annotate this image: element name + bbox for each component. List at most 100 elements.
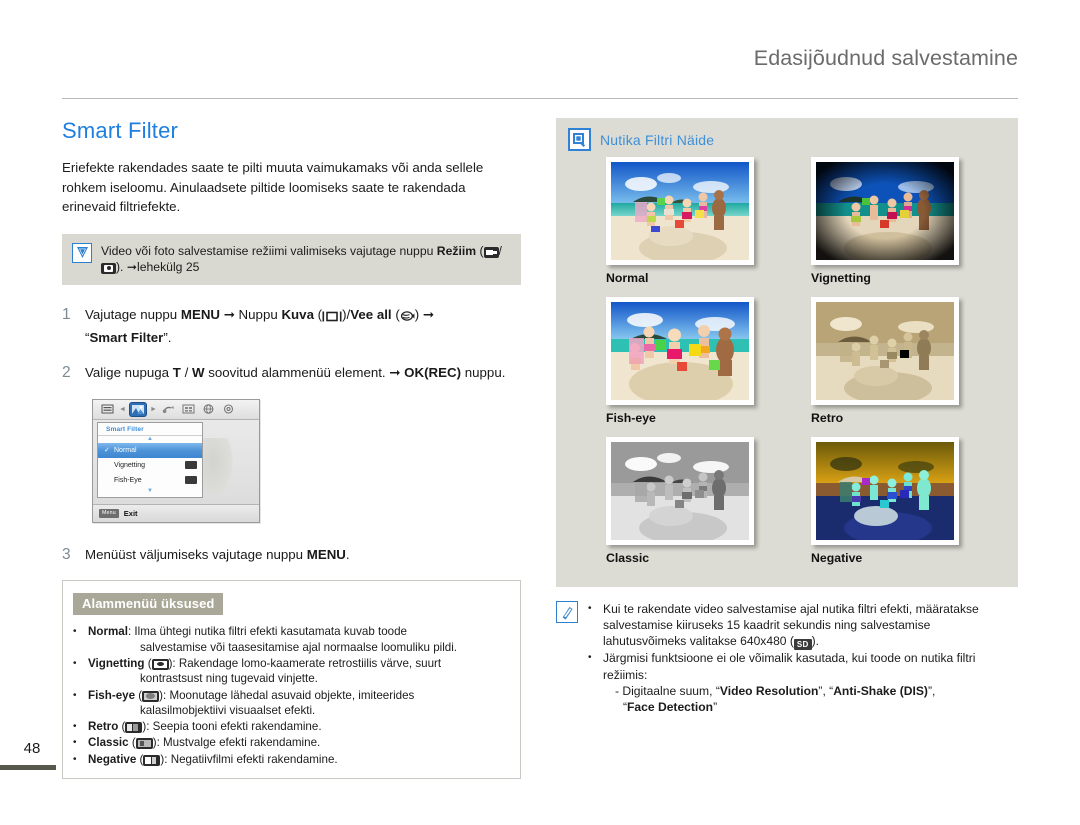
s2-okrec-button: OK(REC) xyxy=(404,365,462,381)
lcd-screenshot: ◄ ► Smart Filter ▲ ✓ Normal Vignetting F… xyxy=(92,398,260,523)
photo-mode-icon xyxy=(101,262,116,274)
s3-p2: . xyxy=(345,546,350,562)
bottom-note-text: • Kui te rakendate video salvestamise aj… xyxy=(588,601,1003,715)
submenu-item-desc: ): Mustvalge efekti rakendamine. xyxy=(152,736,321,750)
mode-note-text: Video või foto salvestamise režiimi vali… xyxy=(101,243,511,276)
paren-open: ( xyxy=(144,656,152,670)
audio-icon[interactable] xyxy=(161,403,177,416)
document-page: Edasijõudnud salvestamine Smart Filter E… xyxy=(0,0,1080,825)
example-cell-normal: Normal xyxy=(568,157,787,293)
bottom-note-bullet-2: • Järgmisi funktsioone ei ole võimalik k… xyxy=(588,650,1003,715)
submenu-item-cont: kalasilmobjektiivi visuaalset efekti. xyxy=(140,703,316,717)
s2-p1: Valige nupuga xyxy=(85,365,173,381)
submenu-item-cont: salvestamise või taasesitamise ajal norm… xyxy=(140,640,458,654)
examples-grid: Normal Vignetting Fish-eye Retro Classic… xyxy=(568,157,1006,573)
submenu-item-name: Fish-eye xyxy=(88,688,136,702)
example-cell-negative: Negative xyxy=(787,437,1006,573)
globe-icon[interactable] xyxy=(201,403,217,416)
lcd-scroll-up-icon[interactable]: ▲ xyxy=(98,436,202,443)
lcd-option-vignetting[interactable]: Vignetting xyxy=(98,458,202,473)
gear-icon[interactable] xyxy=(221,403,237,416)
lcd-option-label: Vignetting xyxy=(114,461,146,469)
example-cell-fisheye: Fish-eye xyxy=(568,297,787,433)
submenu-item-retro: • Retro (): Seepia tooni efekti rakendam… xyxy=(73,719,510,734)
step-2-text: Valige nupuga T / W soovitud alammenüü e… xyxy=(85,363,525,383)
page-header-title: Edasijõudnud salvestamine xyxy=(753,46,1018,70)
s1-underwater-button: Vee all xyxy=(350,307,392,323)
example-photo-vignetting xyxy=(811,157,959,265)
bullet-icon: • xyxy=(73,689,77,701)
lcd-option-normal[interactable]: ✓ Normal xyxy=(98,442,202,458)
submenu-item-classic: • Classic (): Mustvalge efekti rakendami… xyxy=(73,735,510,750)
s3-p1: Menüüst väljumiseks vajutage nuppu xyxy=(85,546,307,562)
settings-grid-icon[interactable] xyxy=(181,403,197,416)
menu-key-badge: Menu xyxy=(99,508,119,518)
example-label: Fish-eye xyxy=(606,411,656,425)
check-icon: ✓ xyxy=(104,447,110,455)
example-label: Classic xyxy=(606,551,650,565)
photo-canvas xyxy=(816,442,954,540)
underwater-fish-icon xyxy=(400,308,415,328)
note-b1-text: Kui te rakendate video salvestamise ajal… xyxy=(603,602,979,649)
s1-smart-filter-label: Smart Filter xyxy=(89,329,164,345)
note-b2-d1: - Digitaalne suum, “ xyxy=(615,683,720,698)
example-label: Vignetting xyxy=(811,271,871,285)
example-cell-retro: Retro xyxy=(787,297,1006,433)
note-bold-mode: Režiim xyxy=(436,243,477,258)
header-divider xyxy=(62,98,1018,99)
submenu-item-cont: kontrastsust ning tugevaid vinjette. xyxy=(140,672,318,686)
vignetting-badge-icon xyxy=(185,461,197,470)
submenu-item-name: Vignetting xyxy=(88,656,145,670)
submenu-item-name: Retro xyxy=(88,720,119,734)
photo-canvas xyxy=(611,442,749,540)
submenu-item-name: Classic xyxy=(88,736,129,750)
submenu-item-desc: ): Rakendage lomo-kaamerate retrostiilis… xyxy=(168,656,442,670)
note-b2-text: Järgmisi funktsioone ei ole võimalik kas… xyxy=(603,651,976,682)
s2-w-button: W xyxy=(191,365,205,381)
display-image-icon[interactable] xyxy=(129,402,146,416)
negative-filter-icon xyxy=(143,754,161,766)
submenu-item-fisheye: • Fish-eye (): Moonutage lähedal asuvaid… xyxy=(73,688,510,719)
submenu-item-desc: ): Moonutage lähedal asuvaid objekte, im… xyxy=(159,688,415,702)
s1-p4: )/ xyxy=(342,307,351,323)
lcd-submenu-panel: Smart Filter ▲ ✓ Normal Vignetting Fish-… xyxy=(97,421,203,498)
lcd-tab-bar: ◄ ► xyxy=(93,399,259,420)
s2-p2: / xyxy=(180,365,192,381)
step-2: 2 Valige nupuga T / W soovitud alammenüü… xyxy=(62,363,532,383)
submenu-item-name: Negative xyxy=(88,752,137,766)
note-b2-d2: ”, “ xyxy=(818,683,834,698)
bullet-icon: • xyxy=(73,753,77,765)
examples-title: Nutika Filtri Näide xyxy=(600,131,715,148)
menu-list-icon[interactable] xyxy=(99,403,115,416)
lcd-option-fisheye[interactable]: Fish-Eye xyxy=(98,473,202,488)
note-text-3: / xyxy=(498,243,502,258)
bottom-note-box: • Kui te rakendate video salvestamise aj… xyxy=(556,601,1018,715)
face-detection-term: Face Detection xyxy=(627,700,714,715)
vignetting-filter-icon xyxy=(151,658,169,670)
fisheye-filter-icon xyxy=(142,690,160,702)
bullet-icon: • xyxy=(73,737,77,749)
paren-open: ( xyxy=(136,752,144,766)
submenu-item-desc: : Ilma ühtegi nutika filtri efekti kasut… xyxy=(127,625,407,639)
lcd-exit-label: Exit xyxy=(123,508,138,518)
s1-p8: ”. xyxy=(163,329,172,345)
s2-t-button: T xyxy=(172,365,181,381)
note-b2-d3: ”, xyxy=(927,683,936,698)
s1-p2: ➞ Nuppu xyxy=(220,307,282,323)
example-label: Retro xyxy=(811,411,844,425)
s1-p3: ( xyxy=(313,307,323,323)
lcd-footer-bar: Menu Exit xyxy=(93,503,259,522)
submenu-item-vignetting: • Vignetting (): Rakendage lomo-kaamerat… xyxy=(73,656,510,687)
s3-menu-button: MENU xyxy=(306,546,346,562)
s1-p1: Vajutage nuppu xyxy=(85,307,181,323)
lcd-scroll-down-icon[interactable]: ▼ xyxy=(98,488,202,495)
sd-resolution-chip: SD xyxy=(793,639,812,651)
step-3-text: Menüüst väljumiseks vajutage nuppu MENU. xyxy=(85,545,525,565)
note-text-1: Video või foto salvestamise režiimi vali… xyxy=(101,243,437,258)
step-3-number: 3 xyxy=(62,545,71,563)
tab-caret-left-icon: ◄ xyxy=(119,405,126,413)
lcd-option-label: Normal xyxy=(114,446,137,454)
example-photo-classic xyxy=(606,437,754,545)
display-icon xyxy=(322,308,342,328)
note-text-2: ( xyxy=(476,243,484,258)
